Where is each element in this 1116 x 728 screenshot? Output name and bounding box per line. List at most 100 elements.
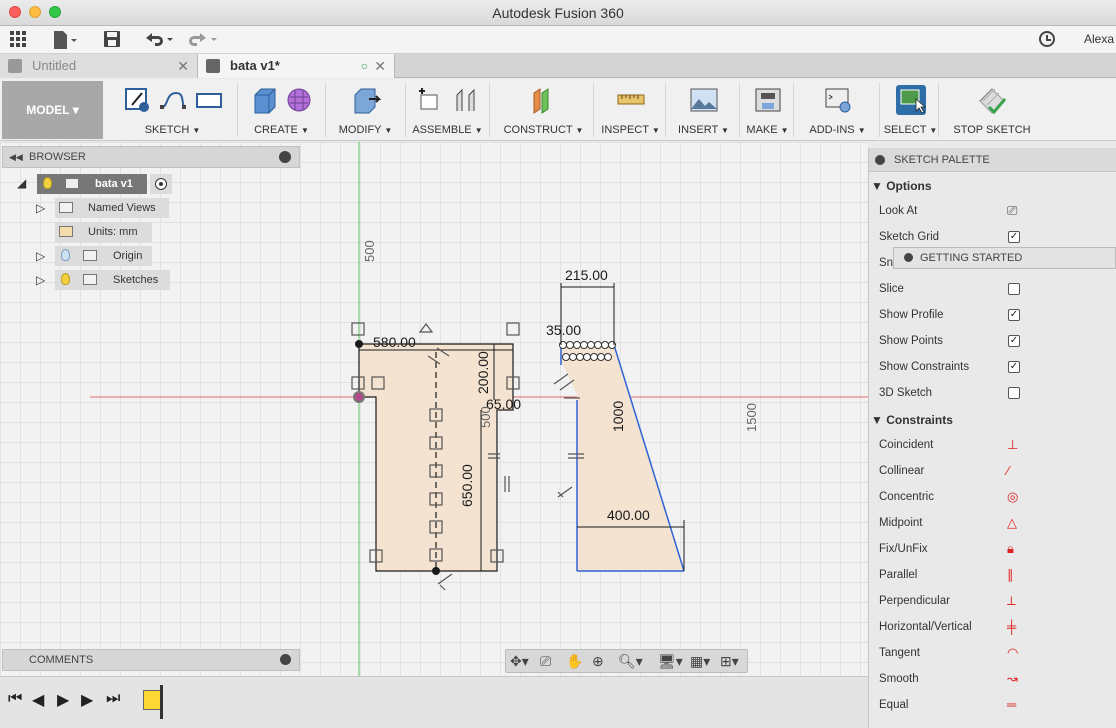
show-profile-checkbox[interactable]: ✓: [1008, 309, 1020, 321]
stop-sketch-group[interactable]: STOP SKETCH: [945, 83, 1039, 137]
getting-started-panel[interactable]: GETTING STARTED: [893, 247, 1116, 269]
constraint-fix-unfix[interactable]: Fix/UnFix 🔒︎: [879, 541, 1014, 556]
tab-bata-v1[interactable]: bata v1* ○ ✕: [198, 54, 395, 78]
constraint-coincident[interactable]: Coincident ⊥: [879, 437, 1018, 452]
assemble-group[interactable]: ASSEMBLE ▼: [406, 83, 490, 137]
step-forward-icon[interactable]: ▶: [81, 690, 93, 710]
pan-hand-icon[interactable]: ✋: [566, 653, 583, 670]
option-show-profile[interactable]: Show Profile ✓: [879, 309, 1020, 321]
constraint-perpendicular[interactable]: Perpendicular ⟂: [879, 593, 1016, 608]
look-at-icon[interactable]: ⎚: [1007, 203, 1017, 219]
insert-group[interactable]: INSERT ▼: [668, 83, 740, 137]
user-account-menu[interactable]: Alexa: [1084, 32, 1116, 46]
options-section-header[interactable]: ▼ Options: [871, 179, 932, 193]
dimension-580[interactable]: 580.00: [373, 334, 416, 350]
sketch-grid-checkbox[interactable]: ✓: [1008, 231, 1020, 243]
minimize-icon[interactable]: [279, 151, 291, 163]
constraint-tangent[interactable]: Tangent ◠: [879, 645, 1018, 660]
go-to-start-icon[interactable]: ⏮: [8, 690, 22, 708]
modify-group[interactable]: MODIFY ▼: [326, 83, 406, 137]
option-show-points[interactable]: Show Points ✓: [879, 335, 1020, 347]
3d-sketch-checkbox[interactable]: [1008, 387, 1020, 399]
create-group[interactable]: CREATE ▼: [238, 83, 326, 137]
select-group[interactable]: SELECT ▼: [883, 83, 939, 137]
press-pull-icon[interactable]: [351, 85, 381, 115]
activate-radio[interactable]: [150, 174, 172, 194]
new-component-icon[interactable]: [415, 85, 445, 115]
sketch-point[interactable]: [432, 567, 440, 575]
option-3d-sketch[interactable]: 3D Sketch: [879, 387, 1020, 399]
viewports-icon[interactable]: ⊞▾: [720, 653, 739, 670]
file-menu-icon[interactable]: [52, 30, 78, 50]
job-status-clock-icon[interactable]: [1038, 30, 1056, 50]
browser-panel-header[interactable]: ◀◀ BROWSER: [2, 146, 300, 168]
constraint-smooth[interactable]: Smooth ↝: [879, 671, 1018, 686]
show-points-checkbox[interactable]: ✓: [1008, 335, 1020, 347]
expand-triangle-icon[interactable]: ▷: [36, 249, 45, 263]
option-look-at[interactable]: Look At ⎚: [879, 203, 1017, 218]
workspace-switcher-button[interactable]: MODEL ▾: [2, 81, 103, 139]
browser-item-origin[interactable]: Origin: [55, 246, 152, 266]
option-sketch-grid[interactable]: Sketch Grid ✓: [879, 231, 1020, 243]
data-panel-grid-icon[interactable]: [9, 30, 27, 50]
measure-icon[interactable]: [616, 85, 646, 115]
constraints-section-header[interactable]: ▼ Constraints: [871, 413, 953, 427]
extrude-icon[interactable]: [249, 85, 279, 115]
expand-triangle-icon[interactable]: ▷: [36, 201, 45, 215]
3d-print-icon[interactable]: [753, 85, 783, 115]
tab-untitled[interactable]: Untitled ✕: [0, 54, 198, 78]
constraint-midpoint[interactable]: Midpoint △: [879, 515, 1017, 530]
form-icon[interactable]: [285, 85, 315, 115]
collapse-triangle-icon[interactable]: ◢: [17, 176, 26, 190]
option-slice[interactable]: Slice: [879, 283, 1020, 295]
close-icon[interactable]: ✕: [177, 54, 189, 78]
insert-image-icon[interactable]: [689, 85, 719, 115]
orbit-icon[interactable]: ✥▾: [510, 653, 529, 670]
go-to-end-icon[interactable]: ⏭: [106, 690, 120, 708]
constraint-parallel[interactable]: Parallel ∥: [879, 567, 1014, 582]
select-icon[interactable]: [895, 85, 926, 115]
undo-icon[interactable]: [143, 30, 175, 50]
create-sketch-icon[interactable]: [122, 85, 152, 115]
dimension-215[interactable]: 215.00: [565, 267, 608, 283]
save-icon[interactable]: [103, 30, 121, 50]
show-constraints-checkbox[interactable]: ✓: [1008, 361, 1020, 373]
dimension-35[interactable]: 35.00: [546, 322, 581, 338]
minimize-icon[interactable]: [875, 155, 885, 165]
origin-point[interactable]: [353, 391, 365, 403]
dimension-650[interactable]: 650.00: [459, 464, 475, 507]
comments-panel-header[interactable]: COMMENTS: [2, 649, 300, 671]
display-settings-icon[interactable]: 🖥︎▾: [658, 653, 683, 670]
joint-icon[interactable]: [451, 85, 481, 115]
sketch-point[interactable]: [355, 340, 363, 348]
add-ins-group[interactable]: ADD-INS ▼: [796, 83, 880, 137]
constraint-collinear[interactable]: Collinear ⁄: [879, 463, 1009, 478]
expand-icon[interactable]: [904, 253, 913, 262]
timeline-sketch-feature-icon[interactable]: [143, 690, 161, 710]
dimension-200[interactable]: 200.00: [475, 351, 491, 394]
visibility-bulb-icon[interactable]: [61, 273, 70, 285]
add-comment-icon[interactable]: [280, 654, 291, 665]
constraint-horizontal-vertical[interactable]: Horizontal/Vertical ╪: [879, 619, 1016, 634]
fit-icon[interactable]: 🔍︎▾: [618, 653, 643, 670]
expand-triangle-icon[interactable]: ▷: [36, 273, 45, 287]
dimension-400[interactable]: 400.00: [607, 507, 650, 523]
collapse-browser-icon[interactable]: ◀◀: [9, 147, 23, 167]
inspect-group[interactable]: INSPECT ▼: [596, 83, 666, 137]
option-show-constraints[interactable]: Show Constraints ✓: [879, 361, 1020, 373]
make-group[interactable]: MAKE ▼: [742, 83, 794, 137]
constraint-equal[interactable]: Equal ═: [879, 697, 1016, 712]
browser-item-named-views[interactable]: Named Views: [55, 198, 169, 218]
browser-item-sketches[interactable]: Sketches: [55, 270, 170, 290]
offset-plane-icon[interactable]: [529, 85, 559, 115]
slice-checkbox[interactable]: [1008, 283, 1020, 295]
construct-group[interactable]: CONSTRUCT ▼: [494, 83, 594, 137]
spline-icon[interactable]: [158, 85, 188, 115]
grid-settings-icon[interactable]: ▦▾: [690, 653, 710, 670]
browser-root-node[interactable]: bata v1: [37, 174, 147, 194]
visibility-bulb-icon[interactable]: [61, 249, 70, 261]
look-at-icon[interactable]: ⎚: [540, 653, 551, 670]
browser-item-units[interactable]: Units: mm: [55, 222, 152, 242]
timeline-marker[interactable]: [160, 685, 163, 719]
scripts-icon[interactable]: [823, 85, 853, 115]
